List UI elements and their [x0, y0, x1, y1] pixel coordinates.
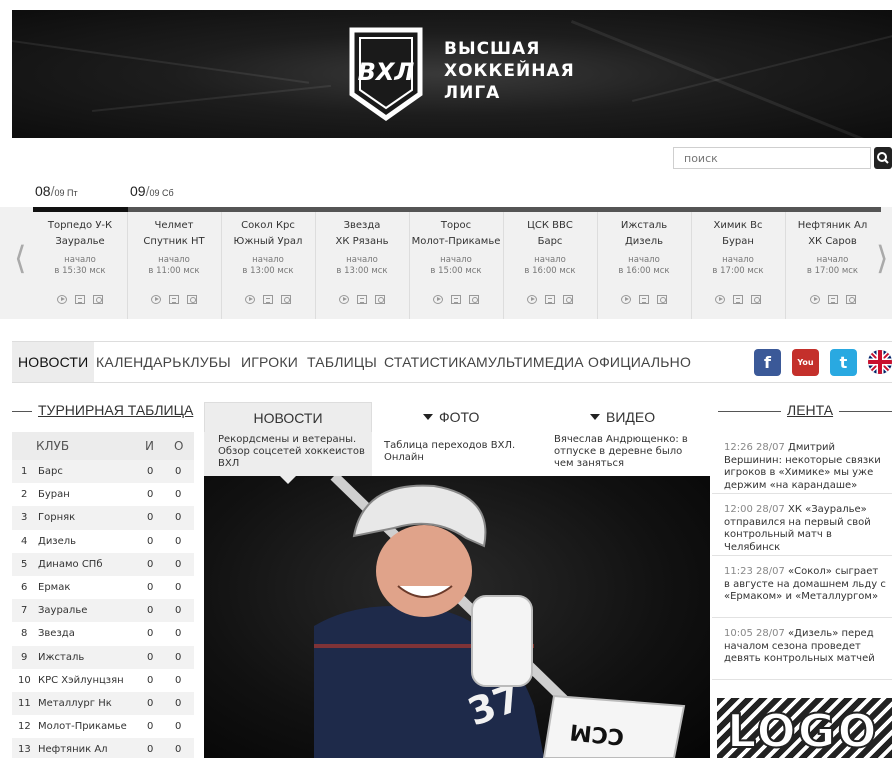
nav-official[interactable]: ОФИЦИАЛЬНО	[588, 342, 691, 382]
list-item[interactable]: 10:05 28/07 «Дизель» перед началом сезон…	[712, 618, 892, 680]
game-card[interactable]: ЦСК ВВС Барс начало в 16:00 мск	[503, 212, 598, 319]
photo-icon[interactable]	[751, 295, 761, 304]
photo-icon[interactable]	[563, 295, 573, 304]
tab-news[interactable]: НОВОСТИ	[204, 402, 372, 432]
table-row[interactable]: 6 Ермак 0 0	[12, 576, 194, 599]
headline-row: Рекордсмены и ветераны. Обзор соцсетей х…	[204, 432, 710, 476]
table-row[interactable]: 3 Горняк 0 0	[12, 506, 194, 530]
nav-calendar[interactable]: КАЛЕНДАРЬ	[96, 342, 182, 382]
main-nav: НОВОСТИ КАЛЕНДАРЬ КЛУБЫ ИГРОКИ ТАБЛИЦЫ С…	[12, 341, 892, 383]
nav-players[interactable]: ИГРОКИ	[241, 342, 298, 382]
twitter-icon[interactable]: t	[830, 349, 857, 376]
protocol-icon[interactable]	[263, 295, 273, 304]
list-item[interactable]: 11:23 28/07 «Сокол» сыграет в августе на…	[712, 556, 892, 618]
list-item[interactable]: 12:26 28/07 Дмитрий Вершинин: некоторые …	[712, 432, 892, 494]
date-tab-1[interactable]: 08/09 Пт	[35, 183, 78, 199]
video-icon[interactable]	[809, 295, 820, 304]
video-icon[interactable]	[527, 295, 537, 304]
table-row[interactable]: 7 Зауралье 0 0	[12, 599, 194, 623]
table-row[interactable]: 2 Буран 0 0	[12, 483, 194, 506]
video-icon[interactable]	[433, 295, 443, 304]
nav-clubs[interactable]: КЛУБЫ	[182, 342, 231, 382]
headline-item[interactable]: Рекордсмены и ветераны. Обзор соцсетей х…	[218, 434, 368, 470]
table-row[interactable]: 8 Звезда 0 0	[12, 622, 194, 645]
list-item[interactable]: 12:00 28/07 ХК «Зауралье» отправился на …	[712, 494, 892, 556]
photo-icon[interactable]	[657, 295, 667, 304]
protocol-icon[interactable]	[451, 295, 461, 304]
table-row[interactable]: 10 КРС Хэйлунцзян 0 0	[12, 669, 194, 692]
video-icon[interactable]	[715, 295, 725, 304]
game-card[interactable]: Химик Вс Буран начало в 17:00 мск	[691, 212, 786, 319]
photo-icon[interactable]	[93, 295, 103, 304]
vhl-shield-logo[interactable]: ВХЛ	[346, 24, 426, 124]
protocol-icon[interactable]	[169, 295, 179, 304]
news-feed: 12:26 28/07 Дмитрий Вершинин: некоторые …	[712, 432, 892, 680]
video-icon[interactable]	[339, 295, 349, 304]
league-name: ВЫСШАЯ ХОККЕЙНАЯ ЛИГА	[444, 39, 575, 103]
nav-tables[interactable]: ТАБЛИЦЫ	[307, 342, 377, 382]
game-card[interactable]: Сокол Крс Южный Урал начало в 13:00 мск	[221, 212, 316, 319]
featured-photo[interactable]: 37 CCM	[204, 476, 710, 758]
headline-item[interactable]: Таблица переходов ВХЛ. Онлайн	[384, 440, 534, 464]
date-tab-2[interactable]: 09/09 Сб	[130, 183, 174, 199]
game-card[interactable]: Ижсталь Дизель начало в 16:00 мск	[597, 212, 692, 319]
headline-item[interactable]: Вячеслав Андрющенко: в отпуске в деревне…	[554, 434, 704, 470]
triangle-down-icon	[590, 414, 600, 420]
protocol-icon[interactable]	[639, 295, 649, 304]
logo-mark: ВХЛ	[358, 58, 415, 86]
game-card[interactable]: Звезда ХК Рязань начало в 13:00 мск	[315, 212, 410, 319]
lenta-title[interactable]: ЛЕНТА	[781, 402, 840, 418]
table-row[interactable]: 11 Металлург Нк 0 0	[12, 691, 194, 716]
protocol-icon[interactable]	[357, 295, 367, 304]
search-icon	[877, 152, 889, 164]
standings-title[interactable]: ТУРНИРНАЯ ТАБЛИЦА	[32, 402, 200, 418]
table-row[interactable]: 5 Динамо СПб 0 0	[12, 552, 194, 576]
game-card[interactable]: Нефтяник Ал ХК Саров начало в 17:00 мск	[785, 212, 880, 319]
photo-icon[interactable]	[845, 295, 856, 304]
protocol-icon[interactable]	[733, 295, 743, 304]
table-row[interactable]: 12 Молот-Прикамье 0 0	[12, 715, 194, 738]
search-input[interactable]	[673, 147, 871, 169]
protocol-icon[interactable]	[75, 295, 85, 304]
triangle-down-icon	[423, 414, 433, 420]
video-icon[interactable]	[621, 295, 631, 304]
table-row[interactable]: 4 Дизель 0 0	[12, 530, 194, 553]
standings-table: КЛУБ И О 1 Барс 0 0 2 Буран 0 0 3 Горняк 0 0 4 Диз…	[12, 432, 194, 758]
header-banner: ВХЛ ВЫСШАЯ ХОККЕЙНАЯ ЛИГА	[12, 10, 892, 138]
photo-icon[interactable]	[375, 295, 385, 304]
video-icon[interactable]	[151, 295, 161, 304]
goalie-illustration: 37 CCM	[314, 476, 686, 758]
video-icon[interactable]	[57, 295, 67, 304]
video-icon[interactable]	[245, 295, 255, 304]
table-row[interactable]: 1 Барс 0 0	[12, 460, 194, 484]
photo-icon[interactable]	[469, 295, 479, 304]
search-button[interactable]	[874, 147, 892, 169]
protocol-icon[interactable]	[545, 295, 555, 304]
protocol-icon[interactable]	[827, 295, 838, 304]
table-row[interactable]: 13 Нефтяник Ал 0 0	[12, 738, 194, 758]
tab-video[interactable]: ВИДЕО	[590, 402, 655, 432]
games-strip: ⟨ ⟩ Торпедо У-К Зауралье начало в 15:30 мс…	[0, 207, 892, 319]
nav-news[interactable]: НОВОСТИ	[12, 342, 95, 382]
active-pointer	[280, 476, 296, 484]
standings-header: КЛУБ И О	[12, 432, 194, 460]
nav-multimedia[interactable]: МУЛЬТИМЕДИА	[476, 342, 584, 382]
table-row[interactable]: 9 Ижсталь 0 0	[12, 645, 194, 669]
photo-icon[interactable]	[187, 295, 197, 304]
photo-icon[interactable]	[281, 295, 291, 304]
facebook-icon[interactable]: f	[754, 349, 781, 376]
game-card[interactable]: Челмет Спутник НТ начало в 11:00 мск	[127, 212, 222, 319]
nav-statistics[interactable]: СТАТИСТИКА	[384, 342, 476, 382]
youtube-icon[interactable]: You	[792, 349, 819, 376]
tab-photo[interactable]: ФОТО	[423, 402, 479, 432]
english-flag-icon[interactable]	[868, 350, 892, 374]
game-card[interactable]: Торос Молот-Прикамье начало в 15:00 мск	[409, 212, 504, 319]
prev-arrow-icon[interactable]: ⟨	[14, 239, 26, 277]
game-card[interactable]: Торпедо У-К Зауралье начало в 15:30 мск	[33, 212, 128, 319]
ad-banner[interactable]: LOGO	[717, 698, 892, 758]
